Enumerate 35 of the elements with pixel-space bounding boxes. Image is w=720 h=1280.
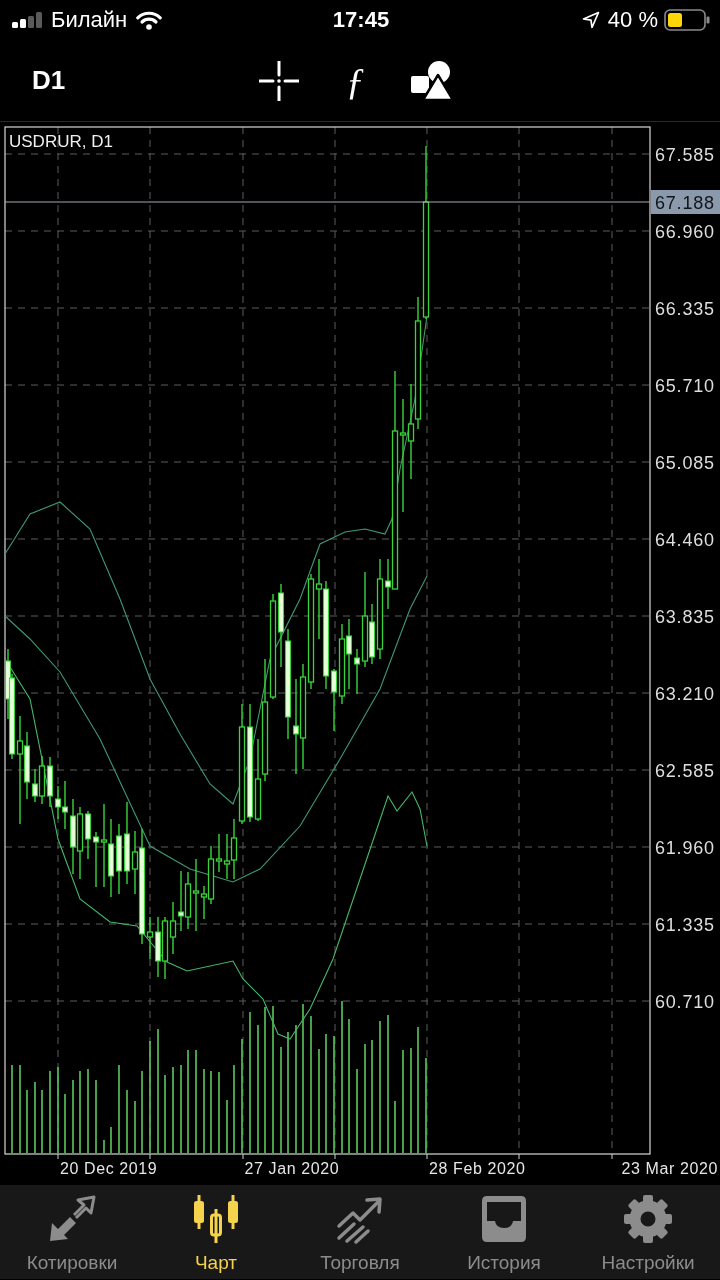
chart-title: USDRUR, D1 [9,131,113,151]
price-axis-label: 66.335 [655,299,715,319]
signal-icon [12,12,42,28]
wifi-icon [136,10,163,30]
battery-percentage: 40 % [607,7,658,33]
price-axis-label: 61.960 [655,838,715,858]
tab-button[interactable]: Настройки [576,1185,720,1279]
settings-gear-icon [622,1193,674,1245]
tab-button[interactable]: Котировки [0,1185,144,1279]
crosshair-button[interactable] [259,60,300,101]
price-axis-label: 62.585 [655,761,715,781]
indicators-button[interactable]: ƒ [335,58,376,103]
tab-button[interactable]: История [432,1185,576,1279]
date-axis-label: 27 Jan 2020 [244,1159,340,1177]
price-axis-label: 65.085 [655,453,715,473]
price-axis-label: 65.710 [655,376,715,396]
location-arrow-icon [581,11,600,29]
battery-icon [664,9,710,31]
date-axis-label: 28 Feb 2020 [429,1159,526,1177]
price-axis-label: 61.335 [655,915,715,935]
clock-time: 17:45 [332,7,390,33]
tab-button[interactable]: Чарт [144,1185,288,1279]
carrier-name: Билайн [51,7,128,33]
date-axis-label: 23 Mar 2020 [621,1159,718,1177]
price-axis-label: 64.460 [655,530,715,550]
price-axis-label: 67.585 [655,145,715,165]
price-axis-label: 63.835 [655,607,715,627]
current-price-tag: 67.188 [651,190,720,214]
timeframe-button[interactable]: D1 [30,65,68,96]
price-axis-label: 60.710 [655,992,715,1012]
tab-button[interactable]: Торговля [288,1185,432,1279]
price-axis-label: 66.960 [655,222,715,242]
date-axis-label: 20 Dec 2019 [60,1159,158,1177]
price-axis-label: 63.210 [655,684,715,704]
crosshair-icon [259,60,300,101]
